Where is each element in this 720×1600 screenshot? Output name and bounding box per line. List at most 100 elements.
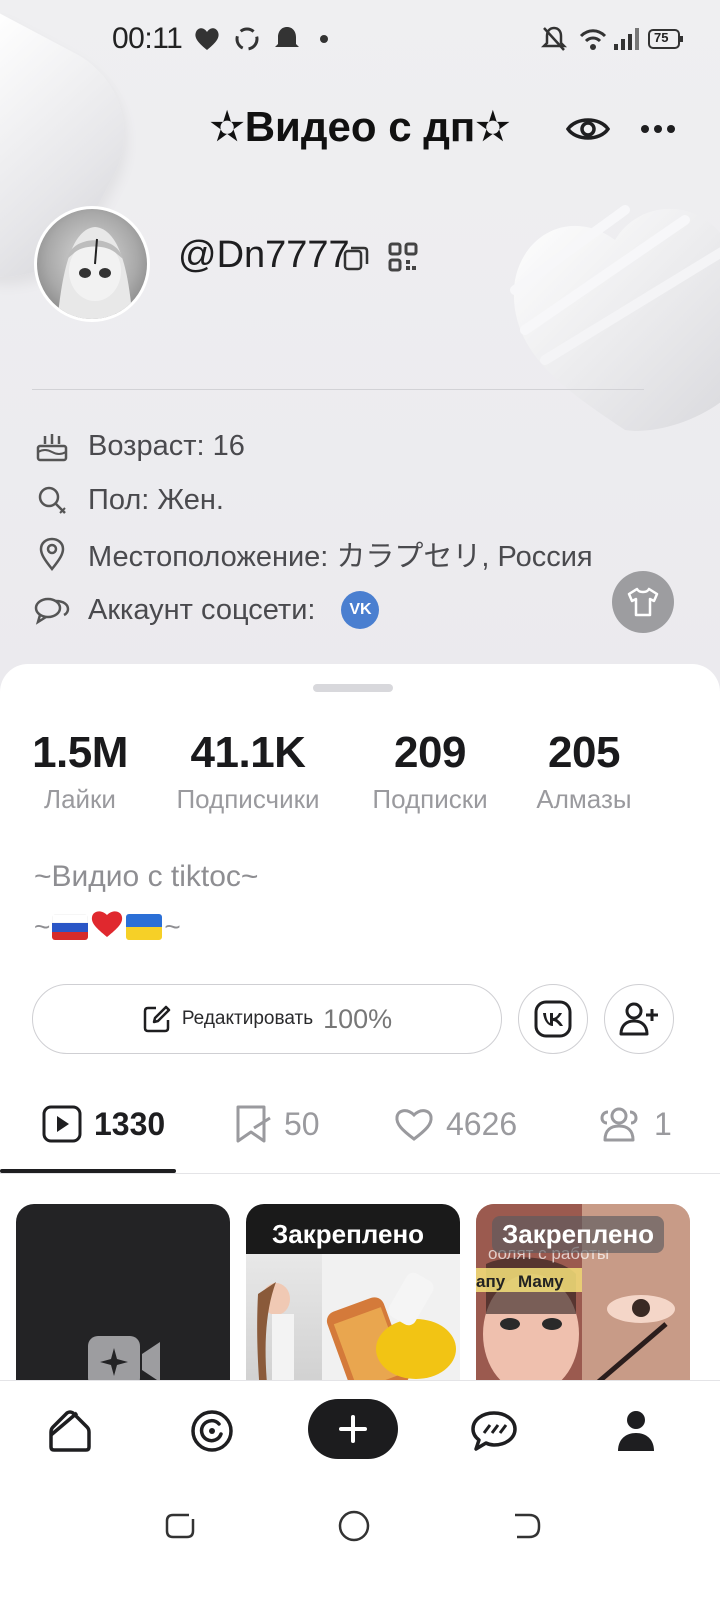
ghost-icon: [272, 24, 302, 59]
thumb-overlay-text-3: Маму: [518, 1272, 564, 1291]
dot-icon: [318, 32, 330, 50]
system-navigation: [0, 1476, 720, 1600]
back-icon: [515, 1513, 541, 1539]
home-icon: [49, 1410, 91, 1452]
stat-diamonds[interactable]: 205 Алмазы: [528, 728, 640, 815]
wifi-icon: [578, 24, 608, 59]
tab-saved[interactable]: 50: [234, 1102, 320, 1146]
ukraine-flag-icon: [126, 913, 163, 940]
cake-icon: [34, 428, 70, 464]
active-tab-indicator: [0, 1169, 176, 1173]
friends-icon: [600, 1107, 638, 1142]
battery-icon: 75: [648, 28, 684, 55]
profile-divider: [32, 389, 644, 390]
nav-messages[interactable]: [466, 1403, 522, 1459]
eye-icon: [566, 118, 610, 140]
recycle-icon: [232, 24, 262, 59]
vk-icon: [534, 1000, 572, 1038]
stat-value: 41.1K: [190, 728, 306, 777]
stat-label: Алмазы: [536, 784, 632, 814]
more-button[interactable]: [633, 104, 683, 154]
edit-profile-button[interactable]: Редактировать 100%: [32, 984, 502, 1054]
tab-count: 1: [654, 1105, 672, 1142]
more-icon: [641, 125, 675, 133]
plus-icon: [339, 1415, 367, 1443]
profile-sheet: 1.5M Лайки 41.1K Подписчики 209 Подписки…: [0, 664, 720, 1394]
pinned-badge: Закреплено: [272, 1219, 425, 1249]
tab-count: 1330: [94, 1105, 166, 1142]
create-button[interactable]: [308, 1399, 398, 1459]
signal-icon: [612, 24, 642, 59]
home-circle-icon: [338, 1510, 370, 1542]
add-user-icon: [619, 1002, 658, 1036]
video-tile-pinned-2[interactable]: оолят с работы апу Маму Закреплено: [476, 1204, 690, 1394]
create-video-tile[interactable]: [16, 1204, 230, 1394]
tab-count: 50: [284, 1105, 320, 1142]
thumb-overlay-text-2: апу: [476, 1272, 506, 1291]
back-button[interactable]: [506, 1506, 546, 1546]
location-text: Местоположение: カラプセリ, Россия: [88, 541, 593, 573]
pinned-badge: Закреплено: [492, 1216, 665, 1253]
bio-line-1: ~Видио с tiktoc~: [34, 860, 259, 893]
content-tabs: 1330 50 4626 1: [0, 1084, 720, 1174]
cover-heart-decoration: [510, 205, 720, 431]
info-age: Возраст: 16: [34, 424, 245, 468]
avatar[interactable]: [34, 206, 150, 322]
battery-level: 75: [654, 30, 669, 45]
social-text: Аккаунт соцсети:: [88, 593, 316, 626]
vk-social-link[interactable]: VK: [341, 591, 380, 629]
info-social: Аккаунт соцсети: VK: [34, 588, 380, 632]
qr-code-icon[interactable]: [388, 242, 418, 277]
stat-label: Подписки: [372, 784, 488, 814]
red-heart-icon: [90, 908, 124, 945]
edit-percent: 100%: [323, 1003, 393, 1034]
stat-followers[interactable]: 41.1K Подписчики: [168, 728, 328, 815]
bio-tilde-end: ~: [164, 910, 181, 942]
outfit-button[interactable]: [612, 571, 674, 633]
stat-following[interactable]: 209 Подписки: [364, 728, 496, 815]
vk-share-button[interactable]: [518, 984, 588, 1054]
recent-apps-icon: [165, 1513, 195, 1539]
tab-count: 4626: [446, 1105, 518, 1142]
stat-value: 1.5M: [32, 728, 128, 777]
video-tile-pinned-1[interactable]: Закреплено: [246, 1204, 460, 1394]
stat-label: Лайки: [44, 784, 116, 814]
video-icon: [42, 1105, 82, 1143]
tab-videos[interactable]: 1330: [42, 1102, 165, 1146]
tshirt-icon: [627, 587, 659, 617]
nav-profile[interactable]: [608, 1403, 664, 1459]
stat-value: 209: [394, 728, 466, 777]
gender-icon: [34, 482, 70, 518]
bio-line-2: ~ ~: [34, 908, 181, 945]
bottom-navigation: [0, 1380, 720, 1476]
mute-icon: [540, 24, 568, 59]
info-gender: Пол: Жен.: [34, 478, 224, 522]
copy-icon[interactable]: [342, 244, 370, 277]
view-button[interactable]: [563, 104, 613, 154]
stat-value: 205: [548, 728, 620, 777]
explore-icon: [191, 1410, 233, 1452]
tab-friends[interactable]: 1: [596, 1102, 672, 1146]
location-pin-icon: [34, 536, 70, 572]
nav-home[interactable]: [42, 1403, 98, 1459]
sheet-handle[interactable]: [313, 684, 393, 692]
age-text: Возраст: 16: [88, 429, 245, 462]
edit-label: Редактировать: [181, 1008, 314, 1029]
profile-icon: [618, 1411, 654, 1451]
recent-apps-button[interactable]: [160, 1506, 200, 1546]
heart-icon: [395, 1109, 433, 1141]
heart-icon: [192, 24, 222, 59]
russia-flag-icon: [52, 913, 89, 940]
stat-likes[interactable]: 1.5M Лайки: [24, 728, 136, 815]
stat-label: Подписчики: [176, 784, 320, 814]
home-system-button[interactable]: [334, 1506, 374, 1546]
video-thumbnail-art: [257, 1272, 456, 1394]
add-friend-button[interactable]: [604, 984, 674, 1054]
chat-bubbles-icon: [34, 592, 70, 628]
status-bar: 00:11 75: [0, 18, 720, 62]
bookmark-icon: [236, 1105, 271, 1143]
bio-tilde-start: ~: [34, 910, 51, 942]
nav-explore[interactable]: [184, 1403, 240, 1459]
messages-icon: [471, 1411, 517, 1451]
tab-liked[interactable]: 4626: [394, 1102, 517, 1146]
